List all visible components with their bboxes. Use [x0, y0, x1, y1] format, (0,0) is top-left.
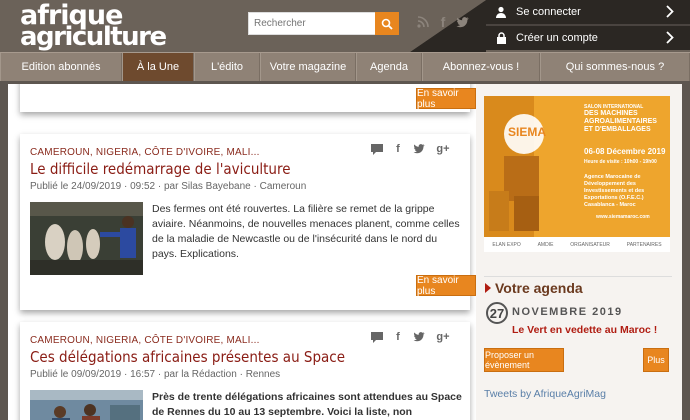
- search-icon: [381, 18, 393, 30]
- search-box: [248, 12, 399, 35]
- nav-item-agenda[interactable]: Agenda: [356, 53, 422, 81]
- article-title[interactable]: Le difficile redémarrage de l'aviculture: [30, 160, 291, 178]
- read-more-button[interactable]: En savoir plus: [416, 88, 476, 110]
- twitter-timeline-link[interactable]: Tweets by AfriqueAgriMag: [484, 388, 606, 400]
- google-plus-icon[interactable]: g+: [434, 330, 452, 344]
- twitter-icon[interactable]: [412, 142, 426, 156]
- article-thumbnail[interactable]: [30, 202, 143, 275]
- ad-hours: Heure de visite : 10h00 - 19h00: [584, 159, 657, 165]
- twitter-icon[interactable]: [412, 330, 426, 344]
- nav-item-a-la-une[interactable]: À la Une: [122, 53, 194, 81]
- user-icon: [486, 6, 516, 18]
- register-label: Créer un compte: [516, 32, 598, 44]
- nav-item-edition-abonnes[interactable]: Edition abonnés: [0, 53, 122, 81]
- read-more-button[interactable]: En savoir plus: [416, 275, 476, 297]
- main-content: En savoir plus CAMEROUN, NIGERIA, CÔTE D…: [8, 84, 682, 420]
- agenda-heading: Votre agenda: [484, 280, 583, 296]
- ad-line2: DES MACHINES AGROALIMENTAIRES ET D'EMBAL…: [584, 110, 657, 133]
- nav-item-edito[interactable]: L'édito: [194, 53, 260, 81]
- search-input[interactable]: [248, 12, 376, 35]
- login-link[interactable]: Se connecter: [486, 0, 690, 24]
- facebook-icon[interactable]: f: [391, 330, 405, 344]
- article-title[interactable]: Ces délégations africaines présentes au …: [30, 348, 345, 366]
- nav-item-votre-magazine[interactable]: Votre magazine: [260, 53, 356, 81]
- chevron-right-icon: [666, 5, 674, 18]
- ad-sponsors: ELAN EXPO AMDIE ORGANISATEUR PARTENAIRES: [484, 237, 670, 252]
- article-categories[interactable]: CAMEROUN, NIGERIA, CÔTE D'IVOIRE, MALI..…: [30, 147, 260, 158]
- nav-item-qui-sommes-nous[interactable]: Qui sommes-nous ?: [540, 53, 690, 81]
- site-logo[interactable]: afrique agriculture: [20, 2, 167, 51]
- comment-icon[interactable]: [370, 330, 384, 344]
- article-meta: Publié le 09/09/2019 · 16:57 · par la Ré…: [30, 369, 281, 380]
- site-header: afrique agriculture f Se connecter: [0, 0, 690, 52]
- nav-item-abonnez-vous[interactable]: Abonnez-vous !: [422, 53, 540, 81]
- article-card: CAMEROUN, NIGERIA, CÔTE D'IVOIRE, MALI..…: [20, 322, 470, 420]
- facebook-icon[interactable]: f: [435, 13, 451, 31]
- rss-icon[interactable]: [415, 13, 431, 31]
- facebook-icon[interactable]: f: [391, 142, 405, 156]
- article-card: En savoir plus: [20, 84, 476, 112]
- ad-dates: 06-08 Décembre 2019: [584, 147, 666, 156]
- article-thumbnail[interactable]: [30, 390, 143, 420]
- more-events-button[interactable]: Plus: [643, 348, 669, 372]
- agenda-divider: [484, 276, 672, 277]
- agenda-event-link[interactable]: Le Vert en vedette au Maroc !: [512, 324, 657, 336]
- ad-org: Agence Marocaine de Développement des In…: [584, 174, 645, 208]
- agenda-date-month: NOVEMBRE 2019: [512, 306, 623, 318]
- siema-ad-banner[interactable]: SIEMA SALON INTERNATIONAL DES MACHINES A…: [484, 96, 670, 252]
- article-summary: Des fermes ont été rouvertes. La filière…: [152, 203, 460, 260]
- ad-site: www.siemamaroc.com: [596, 214, 650, 220]
- comment-icon[interactable]: [370, 142, 384, 156]
- lock-icon: [486, 32, 516, 44]
- article-categories[interactable]: CAMEROUN, NIGERIA, CÔTE D'IVOIRE, MALI..…: [30, 335, 260, 346]
- main-nav: Edition abonnés À la Une L'édito Votre m…: [0, 52, 690, 81]
- search-button[interactable]: [375, 12, 399, 35]
- google-plus-icon[interactable]: g+: [434, 142, 452, 156]
- article-card: CAMEROUN, NIGERIA, CÔTE D'IVOIRE, MALI..…: [20, 134, 476, 310]
- chevron-right-icon: [485, 283, 491, 293]
- twitter-icon[interactable]: [454, 13, 470, 31]
- login-label: Se connecter: [516, 6, 581, 18]
- chevron-right-icon: [666, 31, 674, 44]
- register-link[interactable]: Créer un compte: [486, 26, 690, 50]
- sidebar: SIEMA SALON INTERNATIONAL DES MACHINES A…: [476, 84, 682, 420]
- agenda-date-day: 27: [486, 302, 508, 324]
- ad-brand: SIEMA: [508, 125, 547, 139]
- article-summary: Près de trente délégations africaines so…: [152, 391, 462, 418]
- article-meta: Publié le 24/09/2019 · 09:52 · par Silas…: [30, 181, 307, 192]
- propose-event-button[interactable]: Proposer un évènement: [484, 348, 564, 372]
